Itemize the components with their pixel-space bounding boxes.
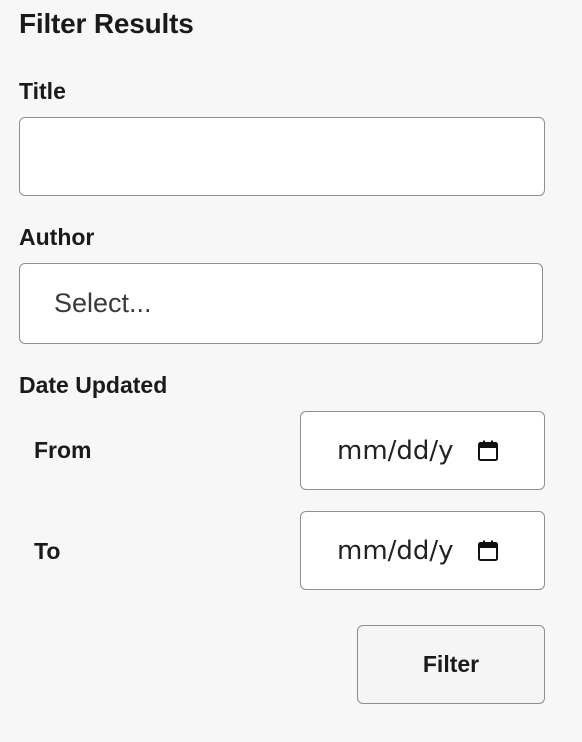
from-label: From [34, 437, 92, 463]
calendar-icon[interactable] [476, 439, 500, 463]
from-date-value: mm/dd/y [337, 435, 454, 466]
to-label: To [34, 538, 61, 564]
panel-heading: Filter Results [19, 8, 194, 39]
title-input[interactable] [19, 117, 545, 196]
filter-button[interactable]: Filter [357, 625, 545, 704]
from-date-input[interactable]: mm/dd/y [300, 411, 545, 490]
title-label: Title [19, 78, 66, 104]
author-select[interactable]: Select... [19, 263, 543, 344]
filter-panel: Filter Results Title Author Select... Da… [0, 0, 582, 742]
date-updated-label: Date Updated [19, 372, 168, 398]
to-date-value: mm/dd/y [337, 535, 454, 566]
calendar-icon[interactable] [476, 539, 500, 563]
author-label: Author [19, 224, 95, 250]
author-select-value: Select... [54, 288, 152, 318]
to-date-input[interactable]: mm/dd/y [300, 511, 545, 590]
